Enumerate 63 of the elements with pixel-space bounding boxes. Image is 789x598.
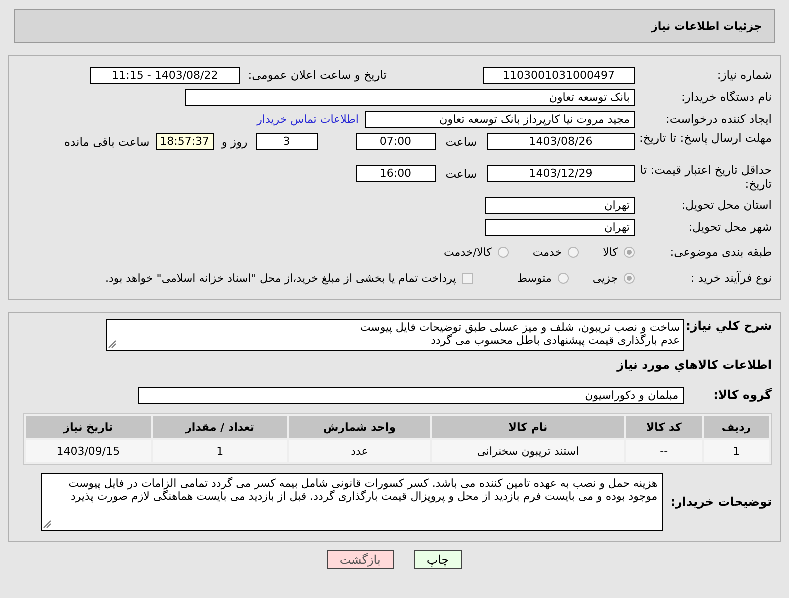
field-label: طبقه بندی موضوعی: [669,245,773,259]
radio-button[interactable] [558,272,569,284]
buyer-notes-field: هزینه حمل و نصب به عهده تامین کننده می باشد. کسر کسورات قانونی شامل بیمه کسر می گردد تمامی الزامات در فایل پیوست موجود بوده و می بایست فرم بازدید از محل و پروپزال قیمت بارگذاری گردد. قبل از بازدید می بایست هماهنگی لازم صورت پذیرد [40,473,663,531]
days-label: روز و [222,134,248,148]
radio-button[interactable] [624,272,635,284]
radio-button[interactable] [498,246,509,258]
description-field: ساخت و نصب تریبون، شلف و میز عسلی طبق توضیحات فایل پیوست عدم بارگذاری قیمت پیشنهادی باطل محسوب می گردد [106,319,684,351]
field-label: نام دستگاه خریدار: [680,90,773,104]
field-label: حداقل تاریخ اعتبار قیمت: تا تاریخ: [639,163,773,191]
field-label: شماره نیاز: [716,68,773,82]
reply-time-field: 07:00 [356,133,436,150]
column-header: واحد شمارش [289,416,430,438]
time-label: ساعت [446,134,477,148]
city-field: تهران [485,218,635,236]
back-button[interactable]: بازگشت [326,550,394,569]
field-label: گروه کالا: [714,388,773,402]
resize-grip-icon[interactable] [108,340,118,349]
requester-field: مجید مروت نیا کارپرداز بانک توسعه تعاون [365,110,635,128]
radio-button[interactable] [568,246,580,258]
column-header: تاریخ نیاز [26,416,151,438]
field-label: نوع فرآیند خرید : [690,271,773,285]
page-title: جزئیات اطلاعات نیاز [652,20,762,32]
radio-button[interactable] [624,246,635,258]
column-header: کد کالا [626,416,702,438]
reply-date-field: 1403/08/26 [487,133,635,150]
field-label: ایجاد کننده درخواست: [665,112,773,126]
remaining-time-field: 18:57:37 [156,133,214,150]
table-cell: 1403/09/15 [26,440,151,462]
buyer-contact-link[interactable]: اطلاعات تماس خریدار [257,112,359,126]
table-cell: استند تریبون سخنرانی [432,440,624,462]
field-label: شهر محل تحویل: [688,220,773,234]
resize-grip-icon[interactable] [42,520,52,529]
province-field: تهران [485,196,635,214]
need-number-field: 1103001031000497 [483,66,635,84]
field-label: تاریخ و ساعت اعلان عمومی: [248,68,387,82]
radio-label: کالا/خدمت [444,246,492,258]
field-label: مهلت ارسال پاسخ: تا تاریخ: [638,131,773,145]
field-label: استان محل تحویل: [680,198,773,212]
time-label: ساعت [446,166,477,180]
remaining-label: ساعت باقی مانده [64,134,150,148]
goods-group-field: مبلمان و دکوراسیون [138,386,684,404]
column-header: تعداد / مقدار [152,416,288,438]
section-heading: اطلاعات کالاهاي مورد نياز [617,358,773,372]
table-cell: عدد [289,440,430,462]
validity-date-field: 1403/12/29 [487,165,635,182]
days-field: 3 [256,133,318,150]
checkbox[interactable] [462,272,474,284]
column-header: ردیف [704,416,769,438]
table-cell: 1 [152,440,288,462]
treasury-payment-label: پرداخت تمام یا بخشی از مبلغ خرید،از محل "اسناد خزانه اسلامی" خواهد بود. [106,272,456,284]
radio-label: متوسط [517,272,552,284]
radio-label: کالا [603,246,618,258]
buyer-name-field: بانک توسعه تعاون [185,88,635,106]
radio-label: جزیی [592,272,618,284]
print-button[interactable]: چاپ [414,550,462,569]
field-label: شرح کلي نياز: [686,319,773,333]
validity-time-field: 16:00 [356,165,436,182]
radio-label: خدمت [532,246,562,258]
field-label: توضیحات خریدار: [670,495,773,509]
announce-date-field: 1403/08/22 - 11:15 [90,66,240,84]
table-cell: -- [626,440,702,462]
column-header: نام کالا [432,416,624,438]
table-cell: 1 [704,440,769,462]
